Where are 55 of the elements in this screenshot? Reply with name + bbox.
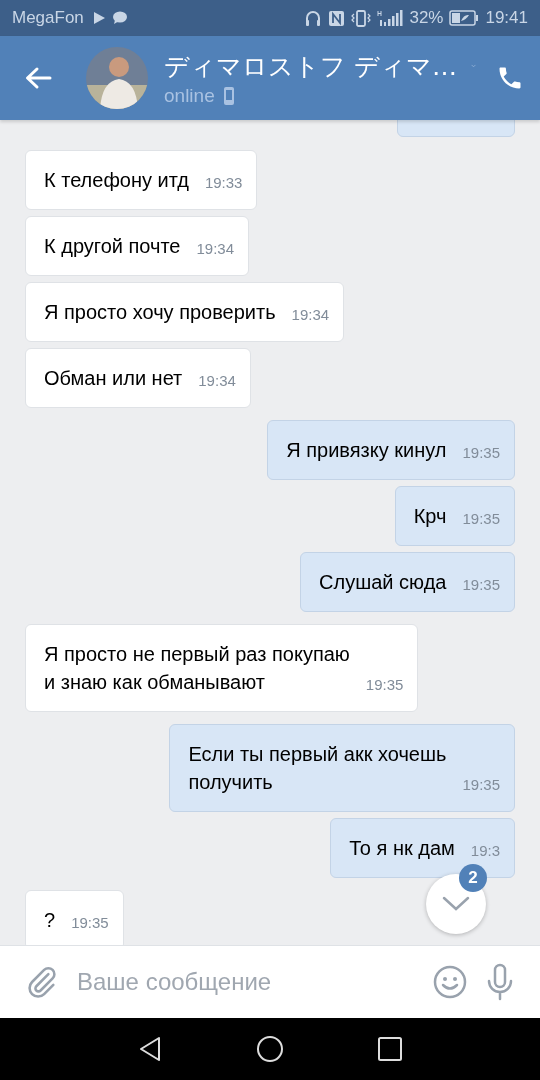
- chevron-down-icon: [441, 895, 471, 913]
- message-time: 19:33: [203, 173, 243, 193]
- message-text: Слушай сюда: [319, 570, 447, 595]
- message-time: 19:34: [197, 371, 236, 391]
- nfc-icon: [328, 9, 346, 27]
- message-bubble[interactable]: Если ты первый акк хочешь получить 19:35: [169, 724, 515, 812]
- carrier-name: MegaFon: [12, 8, 84, 28]
- message-text: Если ты первый акк хочешь получить: [188, 742, 447, 795]
- message-time: 19:35: [364, 675, 404, 695]
- message-time: 19:34: [195, 239, 235, 259]
- message-time: 19:35: [461, 775, 500, 795]
- play-icon: [91, 11, 106, 25]
- message-bubble[interactable]: Я просто не первый раз покупаю и знаю как обманывают 19:35: [25, 624, 419, 712]
- microphone-icon[interactable]: [485, 963, 515, 1001]
- chat-icon: [111, 11, 128, 25]
- back-triangle-icon[interactable]: [137, 1035, 163, 1063]
- message-bubble[interactable]: Обман или нет 19:34: [25, 348, 251, 408]
- clock-time: 19:41: [485, 8, 528, 28]
- headphones-icon: [304, 9, 323, 27]
- message-bubble[interactable]: К другой почте 19:34: [25, 216, 250, 276]
- contact-name: ディマロストフ ディマ…: [164, 50, 457, 83]
- message-time: 19:35: [461, 509, 500, 529]
- message-bubble[interactable]: Крч 19:35: [394, 486, 515, 546]
- smiley-icon[interactable]: [433, 965, 467, 999]
- recents-square-icon[interactable]: [377, 1036, 403, 1062]
- message-text: К другой почте: [44, 234, 181, 259]
- message-bubble[interactable]: Я просто хочу проверить 19:34: [25, 282, 345, 342]
- vibrate-icon: [351, 9, 372, 27]
- message-bubble[interactable]: Я привязку кинул 19:35: [267, 420, 515, 480]
- message-bubble[interactable]: К телефону итд 19:33: [25, 150, 258, 210]
- message-time: 19:35: [70, 913, 109, 933]
- paperclip-icon[interactable]: [25, 965, 59, 999]
- message-time: 19:35: [461, 443, 500, 463]
- message-text: ?: [44, 908, 56, 933]
- message-bubble[interactable]: Слушай сюда 19:35: [300, 552, 515, 612]
- message-text: То я нк дам: [349, 836, 455, 861]
- message-time: 19:35: [461, 575, 500, 595]
- message-input[interactable]: Ваше сообщение: [77, 964, 415, 1000]
- back-arrow-icon: [24, 66, 52, 90]
- phone-device-icon: [222, 85, 235, 106]
- home-circle-icon[interactable]: [256, 1035, 284, 1063]
- message-text: Я привязку кинул: [286, 438, 447, 463]
- message-time: 19:34: [290, 305, 330, 325]
- signal-icon: [377, 9, 404, 27]
- message-bar[interactable]: Ваше сообщение: [0, 945, 540, 1018]
- online-status: online: [164, 84, 215, 107]
- message-text: Я просто не первый раз покупаю и знаю как обманывают: [44, 642, 350, 695]
- battery-percent: 32%: [409, 8, 444, 28]
- message-text: Обман или нет: [44, 366, 183, 391]
- message-bubble[interactable]: ? 19:35: [25, 890, 124, 945]
- message-text: Крч: [413, 504, 447, 529]
- battery-icon: [449, 10, 480, 26]
- message-time: 19:3: [469, 841, 500, 861]
- message-text: Я просто хочу проверить: [44, 300, 276, 325]
- message-text: К телефону итд: [44, 168, 189, 193]
